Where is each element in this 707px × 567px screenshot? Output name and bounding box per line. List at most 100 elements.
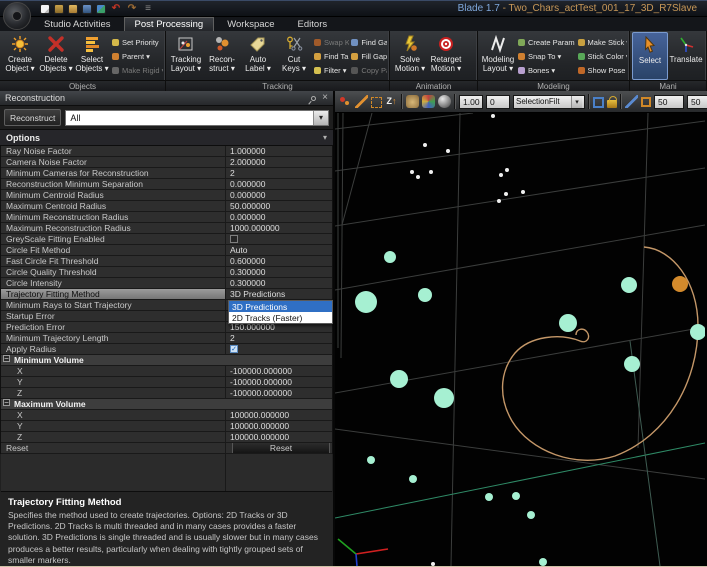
marker-cyan[interactable] (527, 511, 535, 519)
find-tail-button[interactable]: Find Tail ▾ (314, 50, 349, 63)
property-row-camera-noise-factor[interactable]: Camera Noise Factor2.000000 (1, 157, 332, 168)
selection-box-icon[interactable] (371, 97, 382, 108)
cut-keys-button[interactable]: CutKeys ▾ (276, 32, 312, 80)
checkbox-unchecked[interactable] (230, 235, 238, 243)
marker-cyan[interactable] (409, 475, 417, 483)
checkbox-checked[interactable]: ✓ (230, 345, 238, 353)
marker-cyan[interactable] (418, 288, 432, 302)
select-tool-button[interactable]: Select (632, 32, 668, 80)
undo-icon[interactable]: ↶ (110, 3, 122, 15)
modeling-layout-button[interactable]: ModelingLayout ▾ (480, 32, 516, 80)
marker-white[interactable] (429, 170, 433, 174)
parent-button[interactable]: Parent ▾ (112, 50, 163, 63)
marker-cyan[interactable] (434, 388, 454, 408)
reset-button[interactable]: Reset (232, 443, 330, 453)
marker-white[interactable] (497, 199, 501, 203)
property-value[interactable] (226, 234, 332, 244)
section-header-maximum-volume[interactable]: −Maximum Volume (1, 399, 332, 410)
auto-label-button[interactable]: AutoLabel ▾ (240, 32, 276, 80)
marker-display-icon[interactable] (339, 95, 352, 108)
property-row-trajectory-fitting-method[interactable]: Trajectory Fitting Method3D Predictions (1, 289, 332, 300)
property-row-maximum-reconstruction-radius[interactable]: Maximum Reconstruction Radius1000.000000 (1, 223, 332, 234)
collapse-icon[interactable]: − (3, 355, 10, 362)
property-value[interactable]: 100000.000000 (226, 410, 332, 420)
make-stick-button[interactable]: Make Stick ▾ (578, 36, 627, 49)
tab-studio-activities[interactable]: Studio Activities (34, 18, 121, 31)
marker-cyan[interactable] (624, 356, 640, 372)
property-row-minimum-reconstruction-radius[interactable]: Minimum Reconstruction Radius0.000000 (1, 212, 332, 223)
property-row-fast-circle-fit-threshold[interactable]: Fast Circle Fit Threshold0.600000 (1, 256, 332, 267)
chevron-down-icon[interactable]: ▾ (571, 96, 582, 108)
stick-color-button[interactable]: Stick Color ▾ (578, 50, 627, 63)
property-row-circle-fit-method[interactable]: Circle Fit MethodAuto (1, 245, 332, 256)
property-value[interactable]: ✓ (226, 344, 332, 354)
marker-size-field-2[interactable]: 50 (687, 95, 707, 109)
find-gap-button[interactable]: Find Gap ▾ (351, 36, 387, 49)
chevron-down-icon[interactable]: ▾ (313, 111, 328, 125)
bones-button[interactable]: Bones ▾ (518, 64, 576, 77)
open-folder-icon[interactable] (54, 4, 64, 14)
zoom-select-icon[interactable] (593, 97, 604, 108)
property-value[interactable]: 0.300000 (226, 278, 332, 288)
tab-workspace[interactable]: Workspace (217, 18, 284, 31)
marker-cyan[interactable] (485, 493, 493, 501)
property-value[interactable]: -100000.000000 (226, 377, 332, 387)
scale-field[interactable]: 1.00 (459, 95, 483, 109)
property-value[interactable]: 0.600000 (226, 256, 332, 266)
marker-white[interactable] (505, 168, 509, 172)
pan-hand-icon[interactable] (406, 95, 419, 108)
property-row-minimum-centroid-radius[interactable]: Minimum Centroid Radius0.000000 (1, 190, 332, 201)
show-pose-button[interactable]: Show Pose ▾ (578, 64, 627, 77)
marker-white[interactable] (499, 173, 503, 177)
collapse-icon[interactable]: − (3, 399, 10, 406)
z-up-icon[interactable]: Z↑ (385, 95, 398, 108)
marker-white[interactable] (431, 562, 435, 566)
translate-tool-button[interactable]: Translate (668, 32, 704, 80)
marker-cyan[interactable] (512, 492, 520, 500)
property-row-x[interactable]: X-100000.000000 (1, 366, 332, 377)
property-value[interactable]: -100000.000000 (226, 366, 332, 376)
marker-white[interactable] (416, 175, 420, 179)
fill-gaps-button[interactable]: Fill Gaps ▾ (351, 50, 387, 63)
frame-field[interactable]: 0 (486, 95, 510, 109)
sphere-display-icon[interactable] (438, 95, 451, 108)
scene-3d[interactable] (335, 113, 705, 566)
save-icon[interactable] (82, 4, 92, 14)
property-value[interactable]: 1.000000 (226, 146, 332, 156)
property-row-z[interactable]: Z100000.000000 (1, 432, 332, 443)
marker-cyan[interactable] (367, 456, 375, 464)
property-value[interactable]: 1000.000000 (226, 223, 332, 233)
property-value[interactable]: -100000.000000 (226, 388, 332, 398)
marker-orange[interactable] (672, 276, 688, 292)
property-row-minimum-cameras-for-reconstruction[interactable]: Minimum Cameras for Reconstruction2 (1, 168, 332, 179)
tracking-layout-button[interactable]: TrackingLayout ▾ (168, 32, 204, 80)
property-row-ray-noise-factor[interactable]: Ray Noise Factor1.000000 (1, 146, 332, 157)
property-value[interactable]: 0.000000 (226, 190, 332, 200)
property-row-greyscale-fitting-enabled[interactable]: GreyScale Fitting Enabled (1, 234, 332, 245)
property-row-y[interactable]: Y-100000.000000 (1, 377, 332, 388)
property-value[interactable]: 2 (226, 168, 332, 178)
property-value[interactable]: 50.000000 (226, 201, 332, 211)
reconstruct-button[interactable]: Reconstruct (4, 109, 61, 126)
snap-to-button[interactable]: Snap To ▾ (518, 50, 576, 63)
property-row-apply-radius[interactable]: Apply Radius✓ (1, 344, 332, 355)
property-row-x[interactable]: X100000.000000 (1, 410, 332, 421)
property-value[interactable]: 2.000000 (226, 157, 332, 167)
property-value[interactable]: 0.000000 (226, 179, 332, 189)
property-value[interactable]: 100000.000000 (226, 432, 332, 442)
options-section-header[interactable]: Options ▾ (0, 130, 333, 146)
trajectory-spiral-curve[interactable] (503, 247, 698, 460)
redo-icon[interactable]: ↷ (126, 3, 138, 15)
dropdown-item-2d-tracks-faster-[interactable]: 2D Tracks (Faster) (229, 312, 332, 323)
marker-white[interactable] (410, 170, 414, 174)
blue-pen-icon[interactable] (625, 95, 638, 108)
marker-cyan[interactable] (384, 251, 396, 263)
filter-button[interactable]: Filter ▾ (314, 64, 349, 77)
property-value[interactable]: 100000.000000 (226, 421, 332, 431)
property-value[interactable]: Reset (226, 443, 332, 453)
colored-hand-icon[interactable] (422, 95, 435, 108)
marker-white[interactable] (504, 192, 508, 196)
section-header-minimum-volume[interactable]: −Minimum Volume (1, 355, 332, 366)
property-row-circle-quality-threshold[interactable]: Circle Quality Threshold0.300000 (1, 267, 332, 278)
reconstruct-button-ribbon[interactable]: Recon-struct ▾ (204, 32, 240, 80)
